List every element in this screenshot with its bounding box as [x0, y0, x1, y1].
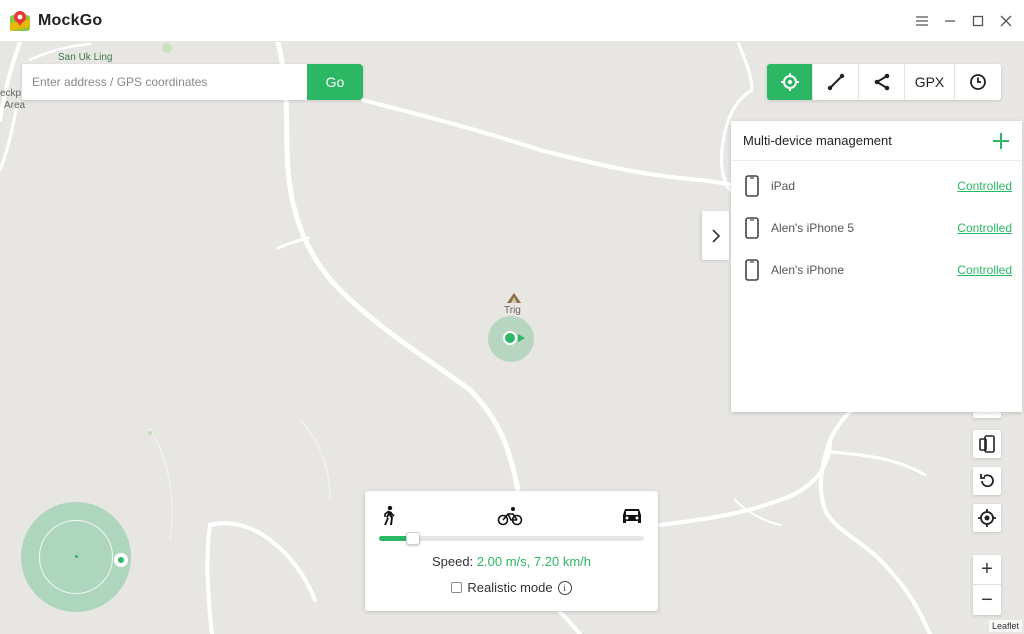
app-title: MockGo [38, 11, 103, 29]
device-status-link[interactable]: Controlled [957, 221, 1012, 235]
multi-device-panel: Multi-device management iPad Controlled … [731, 121, 1022, 412]
chevron-right-icon [711, 228, 720, 243]
device-name: Alen's iPhone 5 [771, 221, 855, 235]
phone-icon [745, 217, 759, 239]
info-icon[interactable]: i [557, 580, 572, 595]
maximize-icon[interactable] [968, 11, 988, 31]
mode-toolbar: GPX [767, 64, 1001, 100]
zoom-in-button[interactable]: + [973, 555, 1001, 585]
panel-title: Multi-device management [743, 133, 892, 148]
device-status-link[interactable]: Controlled [957, 179, 1012, 193]
realistic-mode-checkbox[interactable] [451, 582, 463, 593]
map-label-edge-2: Area [4, 100, 26, 111]
tablet-icon [745, 175, 759, 197]
window-controls [912, 0, 1016, 42]
driving-icon[interactable] [620, 505, 644, 527]
realistic-mode-option: Realistic mode i [365, 580, 658, 595]
device-name: Alen's iPhone [771, 263, 845, 277]
dual-screen-icon [979, 435, 995, 453]
teleport-mode-button[interactable] [767, 64, 813, 100]
history-button[interactable] [955, 64, 1001, 100]
map-label-village: San Uk Ling [58, 52, 113, 63]
speed-value: 2.00 m/s, 7.20 km/h [476, 554, 591, 569]
map-attribution[interactable]: Leaflet [988, 620, 1022, 632]
close-icon[interactable] [996, 11, 1016, 31]
cycling-icon[interactable] [497, 505, 523, 527]
panel-header: Multi-device management [731, 121, 1022, 161]
crosshair-icon [780, 73, 799, 91]
device-screen-button[interactable] [973, 430, 1001, 458]
realistic-mode-label: Realistic mode [467, 580, 553, 595]
zoom-out-button[interactable]: − [973, 585, 1001, 615]
panel-collapse-button[interactable] [702, 211, 729, 260]
device-status-link[interactable]: Controlled [957, 263, 1012, 277]
rotate-icon [980, 474, 994, 488]
mockgo-logo-icon [10, 10, 30, 31]
current-location-marker[interactable] [503, 331, 517, 345]
device-row-iphone[interactable]: Alen's iPhone Controlled [731, 249, 1022, 291]
speed-readout: Speed: 2.00 m/s, 7.20 km/h [365, 554, 658, 569]
share-route-icon [874, 73, 889, 91]
locate-me-button[interactable] [973, 504, 1001, 532]
speed-slider[interactable] [379, 532, 644, 545]
target-icon [978, 509, 996, 527]
mockgo-window: MockGo San Uk Ling eckp. Area Trig Enter… [0, 0, 1024, 634]
app-logo: MockGo [8, 9, 102, 33]
phone-icon [745, 259, 759, 281]
clock-icon [970, 74, 986, 90]
joystick-center-dot [75, 555, 78, 558]
menu-icon[interactable] [912, 11, 932, 31]
minimize-icon[interactable] [940, 11, 960, 31]
reset-location-button[interactable] [973, 467, 1001, 495]
device-row-ipad[interactable]: iPad Controlled [731, 165, 1022, 207]
gpx-import-button[interactable]: GPX [905, 64, 955, 100]
two-spot-route-button[interactable] [813, 64, 859, 100]
add-device-button[interactable] [990, 130, 1012, 152]
title-bar: MockGo [0, 0, 1024, 42]
device-row-iphone-5[interactable]: Alen's iPhone 5 Controlled [731, 207, 1022, 249]
device-name: iPad [771, 179, 796, 193]
map-label-edge: eckp. [0, 88, 24, 99]
address-search-input[interactable] [22, 64, 307, 100]
speed-panel: Speed: 2.00 m/s, 7.20 km/h Realistic mod… [365, 491, 658, 611]
multi-spot-route-button[interactable] [859, 64, 905, 100]
speed-label: Speed: [432, 554, 477, 569]
direction-arrow-icon [518, 334, 525, 342]
go-button[interactable]: Go [307, 64, 363, 100]
speed-slider-thumb[interactable] [406, 532, 421, 545]
joystick-knob[interactable] [114, 553, 128, 567]
map-label-trig: Trig [504, 305, 521, 316]
route-line-icon [827, 73, 844, 91]
joystick-knob-dot [118, 557, 124, 563]
travel-mode-icons [379, 505, 644, 527]
joystick[interactable] [21, 502, 131, 612]
plus-icon [993, 132, 1009, 149]
search-bar: Go [22, 64, 363, 100]
walking-icon[interactable] [379, 505, 399, 527]
zoom-control: + − [973, 555, 1001, 615]
